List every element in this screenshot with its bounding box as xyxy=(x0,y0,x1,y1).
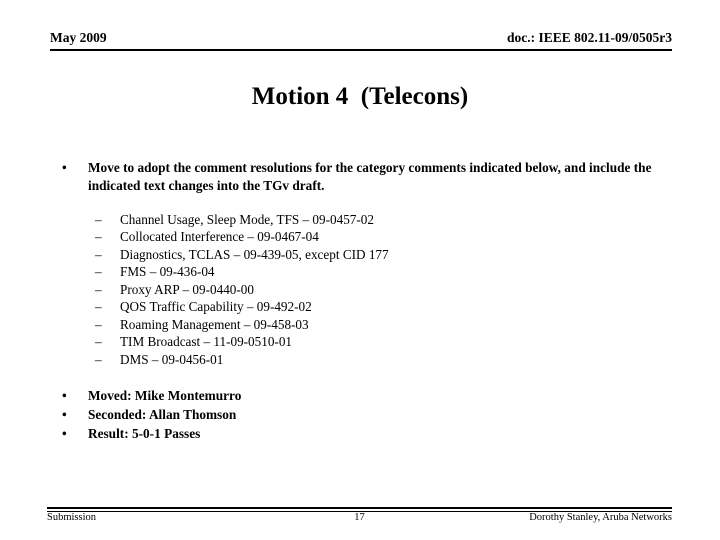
dash-icon: – xyxy=(95,351,102,367)
list-item-label: Roaming Management – 09-458-03 xyxy=(120,316,309,332)
bullet-icon: • xyxy=(62,160,67,175)
list-item-label: DMS – 09-0456-01 xyxy=(120,351,224,367)
header-date: May 2009 xyxy=(50,30,107,45)
slide-footer: Submission 17 Dorothy Stanley, Aruba Net… xyxy=(47,511,672,524)
list-item: – Proxy ARP – 09-0440-00 xyxy=(95,281,595,298)
dash-icon: – xyxy=(95,299,102,315)
list-item: – QOS Traffic Capability – 09-492-02 xyxy=(95,298,595,315)
list-item: – Roaming Management – 09-458-03 xyxy=(95,316,595,333)
list-item: – Channel Usage, Sleep Mode, TFS – 09-04… xyxy=(95,211,595,228)
dash-icon: – xyxy=(95,264,102,280)
list-item-label: Diagnostics, TCLAS – 09-439-05, except C… xyxy=(120,246,389,262)
main-bullet: • Move to adopt the comment resolutions … xyxy=(57,159,672,194)
footer-author: Dorothy Stanley, Aruba Networks xyxy=(529,512,672,523)
list-item: – DMS – 09-0456-01 xyxy=(95,351,595,368)
list-item: – Collocated Interference – 09-0467-04 xyxy=(95,228,595,245)
page-title: Motion 4 (Telecons) xyxy=(251,83,469,110)
category-list: – Channel Usage, Sleep Mode, TFS – 09-04… xyxy=(95,211,595,368)
bullet-icon: • xyxy=(62,407,67,422)
list-item: – FMS – 09-436-04 xyxy=(95,263,595,280)
motion-moved: • Moved: Mike Montemurro xyxy=(57,386,557,405)
motion-result-text: Result: 5-0-1 Passes xyxy=(88,426,201,441)
dash-icon: – xyxy=(95,281,102,297)
dash-icon: – xyxy=(95,229,102,245)
header-doc-id: doc.: IEEE 802.11-09/0505r3 xyxy=(506,30,672,45)
slide-page: May 2009 doc.: IEEE 802.11-09/0505r3 Mot… xyxy=(0,0,720,540)
dash-icon: – xyxy=(95,334,102,350)
list-item-label: TIM Broadcast – 11-09-0510-01 xyxy=(120,334,293,350)
footer-submission-label: Submission xyxy=(47,512,97,523)
list-item-label: Collocated Interference – 09-0467-04 xyxy=(120,229,319,245)
list-item-label: Channel Usage, Sleep Mode, TFS – 09-0457… xyxy=(120,212,374,227)
dash-icon: – xyxy=(95,246,102,262)
dash-icon: – xyxy=(95,316,102,332)
motion-moved-text: Moved: Mike Montemurro xyxy=(88,388,242,403)
list-item: – TIM Broadcast – 11-09-0510-01 xyxy=(95,333,595,350)
list-item: – Diagnostics, TCLAS – 09-439-05, except… xyxy=(95,246,595,263)
motion-seconded-text: Seconded: Allan Thomson xyxy=(88,407,237,422)
dash-icon: – xyxy=(95,212,102,227)
motion-seconded: • Seconded: Allan Thomson xyxy=(57,405,557,424)
list-item-label: FMS – 09-436-04 xyxy=(120,264,215,280)
list-item-label: QOS Traffic Capability – 09-492-02 xyxy=(120,299,312,315)
bullet-icon: • xyxy=(62,388,67,403)
bullet-icon: • xyxy=(62,426,67,441)
main-bullet-text: Move to adopt the comment resolutions fo… xyxy=(88,160,652,193)
slide-header: May 2009 doc.: IEEE 802.11-09/0505r3 xyxy=(50,29,672,51)
motion-result: • Result: 5-0-1 Passes xyxy=(57,424,557,443)
list-item-label: Proxy ARP – 09-0440-00 xyxy=(120,281,254,297)
